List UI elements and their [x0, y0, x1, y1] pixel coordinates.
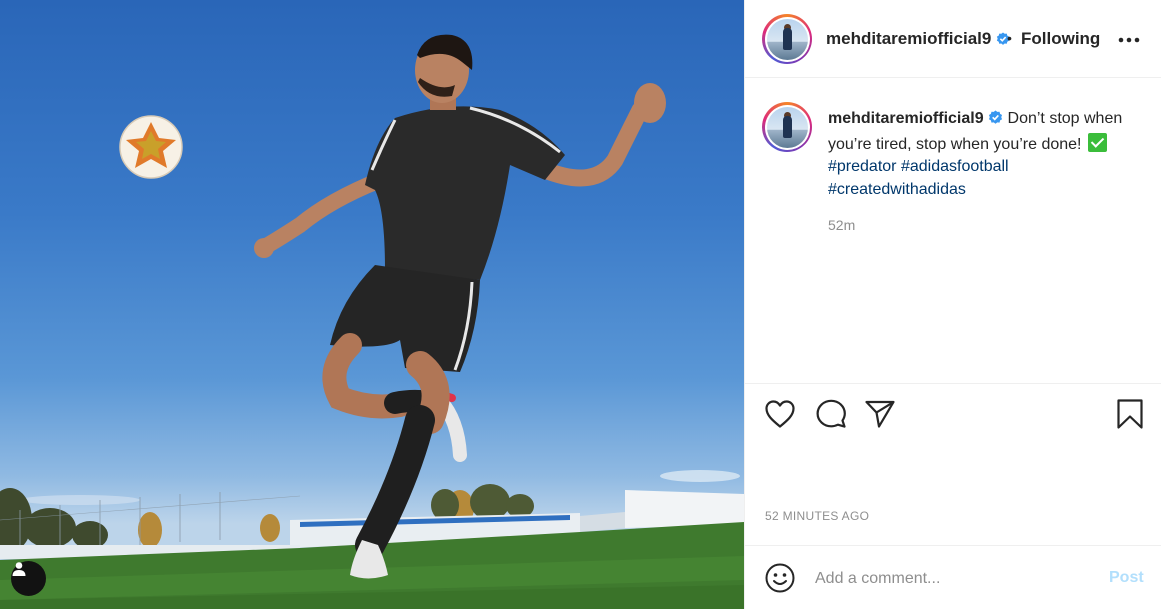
- post-timestamp[interactable]: 52 MINUTES AGO: [765, 509, 869, 523]
- story-avatar[interactable]: [762, 14, 812, 64]
- verified-badge-icon: [988, 110, 1003, 133]
- following-button[interactable]: Following: [1021, 29, 1100, 49]
- header-username[interactable]: mehditaremiofficial9: [826, 29, 1010, 51]
- post-photo[interactable]: [0, 0, 744, 609]
- caption-username[interactable]: mehditaremiofficial9: [828, 110, 984, 127]
- avatar: [766, 106, 808, 148]
- heart-icon: [764, 399, 796, 434]
- caption-text: mehditaremiofficial9 Don’t stop when you…: [828, 108, 1148, 201]
- caption-area: mehditaremiofficial9 Don’t stop when you…: [745, 78, 1161, 384]
- hashtag-link[interactable]: #adidasfootball: [901, 158, 1009, 175]
- hashtag-link[interactable]: #predator: [828, 158, 897, 175]
- header-separator: •: [1007, 30, 1012, 46]
- like-button[interactable]: [763, 399, 797, 433]
- bookmark-icon: [1116, 398, 1144, 435]
- emoji-button[interactable]: [764, 562, 796, 594]
- post-side-panel: mehditaremiofficial9 • Following mehdita…: [744, 0, 1161, 609]
- hashtag-link[interactable]: #createdwithadidas: [828, 181, 966, 198]
- emoji-smile-icon: [764, 563, 796, 598]
- more-options-button[interactable]: [1117, 28, 1141, 50]
- more-options-icon: [1118, 30, 1140, 48]
- user-tag-button[interactable]: [11, 561, 46, 596]
- paper-plane-icon: [864, 399, 896, 434]
- caption-timestamp[interactable]: 52m: [828, 217, 855, 233]
- check-mark-emoji-icon: [1087, 132, 1107, 152]
- comment-form: Post: [745, 545, 1161, 609]
- post-header: mehditaremiofficial9 • Following: [745, 0, 1161, 78]
- comment-button[interactable]: [814, 399, 848, 433]
- avatar: [766, 18, 808, 60]
- photo-scene: [0, 34, 744, 609]
- comment-input[interactable]: [815, 566, 1075, 592]
- post-comment-button[interactable]: Post: [1109, 569, 1144, 587]
- save-button[interactable]: [1113, 398, 1147, 435]
- caption-avatar[interactable]: [762, 102, 812, 152]
- share-button[interactable]: [863, 399, 897, 433]
- action-bar: [745, 385, 1161, 445]
- comment-bubble-icon: [815, 398, 847, 435]
